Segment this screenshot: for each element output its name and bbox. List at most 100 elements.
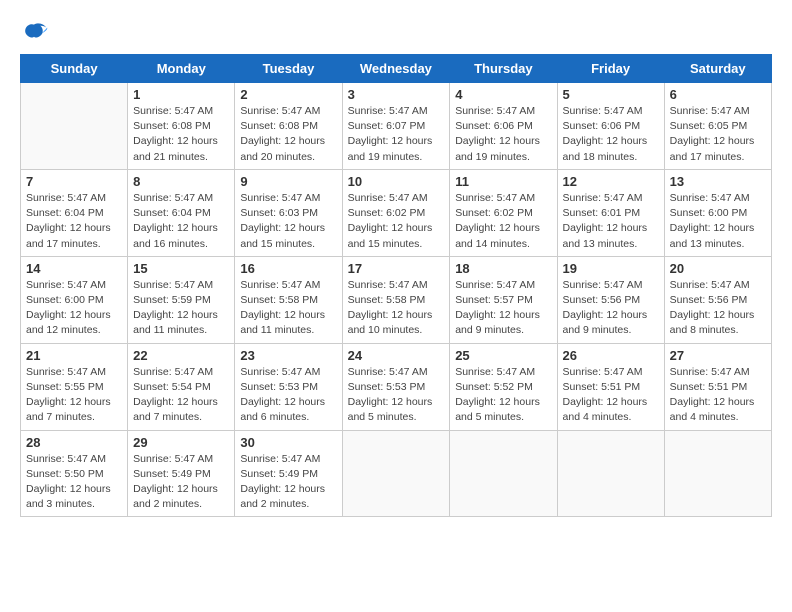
- calendar-cell: 21 Sunrise: 5:47 AMSunset: 5:55 PMDayligh…: [21, 343, 128, 430]
- header-row: SundayMondayTuesdayWednesdayThursdayFrid…: [21, 55, 772, 83]
- week-row-5: 28 Sunrise: 5:47 AMSunset: 5:50 PMDayligh…: [21, 430, 772, 517]
- cell-info-text: Sunrise: 5:47 AMSunset: 5:58 PMDaylight:…: [240, 278, 336, 339]
- calendar-cell: 27 Sunrise: 5:47 AMSunset: 5:51 PMDayligh…: [664, 343, 771, 430]
- calendar-cell: 23 Sunrise: 5:47 AMSunset: 5:53 PMDayligh…: [235, 343, 342, 430]
- cell-info-text: Sunrise: 5:47 AMSunset: 6:07 PMDaylight:…: [348, 104, 445, 165]
- day-number: 24: [348, 348, 445, 363]
- calendar-cell: 15 Sunrise: 5:47 AMSunset: 5:59 PMDayligh…: [128, 256, 235, 343]
- calendar-cell: 28 Sunrise: 5:47 AMSunset: 5:50 PMDayligh…: [21, 430, 128, 517]
- cell-info-text: Sunrise: 5:47 AMSunset: 6:08 PMDaylight:…: [240, 104, 336, 165]
- day-number: 9: [240, 174, 336, 189]
- day-number: 15: [133, 261, 229, 276]
- calendar-cell: 18 Sunrise: 5:47 AMSunset: 5:57 PMDayligh…: [450, 256, 557, 343]
- calendar-cell: 11 Sunrise: 5:47 AMSunset: 6:02 PMDayligh…: [450, 169, 557, 256]
- calendar-cell: 1 Sunrise: 5:47 AMSunset: 6:08 PMDaylight…: [128, 83, 235, 170]
- day-header-sunday: Sunday: [21, 55, 128, 83]
- calendar-cell: 9 Sunrise: 5:47 AMSunset: 6:03 PMDaylight…: [235, 169, 342, 256]
- logo: [20, 20, 52, 48]
- day-number: 1: [133, 87, 229, 102]
- day-number: 14: [26, 261, 122, 276]
- week-row-2: 7Sunrise: 5:47 AMSunset: 6:04 PMDaylight…: [21, 169, 772, 256]
- day-number: 19: [563, 261, 659, 276]
- cell-info-text: Sunrise: 5:47 AMSunset: 6:04 PMDaylight:…: [26, 191, 122, 252]
- calendar-cell: 29 Sunrise: 5:47 AMSunset: 5:49 PMDayligh…: [128, 430, 235, 517]
- day-header-friday: Friday: [557, 55, 664, 83]
- day-number: 16: [240, 261, 336, 276]
- day-number: 5: [563, 87, 659, 102]
- cell-info-text: Sunrise: 5:47 AMSunset: 5:54 PMDaylight:…: [133, 365, 229, 426]
- day-number: 11: [455, 174, 551, 189]
- day-number: 10: [348, 174, 445, 189]
- day-number: 27: [670, 348, 766, 363]
- cell-info-text: Sunrise: 5:47 AMSunset: 5:53 PMDaylight:…: [348, 365, 445, 426]
- day-number: 8: [133, 174, 229, 189]
- day-header-saturday: Saturday: [664, 55, 771, 83]
- calendar-cell: 8 Sunrise: 5:47 AMSunset: 6:04 PMDaylight…: [128, 169, 235, 256]
- day-number: 18: [455, 261, 551, 276]
- calendar-cell: 3 Sunrise: 5:47 AMSunset: 6:07 PMDaylight…: [342, 83, 450, 170]
- calendar-cell: 22 Sunrise: 5:47 AMSunset: 5:54 PMDayligh…: [128, 343, 235, 430]
- day-number: 2: [240, 87, 336, 102]
- calendar-cell: 16 Sunrise: 5:47 AMSunset: 5:58 PMDayligh…: [235, 256, 342, 343]
- day-number: 30: [240, 435, 336, 450]
- cell-info-text: Sunrise: 5:47 AMSunset: 5:53 PMDaylight:…: [240, 365, 336, 426]
- calendar-cell: 30 Sunrise: 5:47 AMSunset: 5:49 PMDayligh…: [235, 430, 342, 517]
- calendar-cell: [21, 83, 128, 170]
- day-number: 21: [26, 348, 122, 363]
- cell-info-text: Sunrise: 5:47 AMSunset: 5:56 PMDaylight:…: [670, 278, 766, 339]
- cell-info-text: Sunrise: 5:47 AMSunset: 5:58 PMDaylight:…: [348, 278, 445, 339]
- cell-info-text: Sunrise: 5:47 AMSunset: 6:04 PMDaylight:…: [133, 191, 229, 252]
- day-number: 13: [670, 174, 766, 189]
- calendar-cell: 24 Sunrise: 5:47 AMSunset: 5:53 PMDayligh…: [342, 343, 450, 430]
- cell-info-text: Sunrise: 5:47 AMSunset: 6:03 PMDaylight:…: [240, 191, 336, 252]
- day-number: 28: [26, 435, 122, 450]
- logo-bird-icon: [20, 20, 48, 48]
- day-number: 20: [670, 261, 766, 276]
- cell-info-text: Sunrise: 5:47 AMSunset: 5:52 PMDaylight:…: [455, 365, 551, 426]
- cell-info-text: Sunrise: 5:47 AMSunset: 6:08 PMDaylight:…: [133, 104, 229, 165]
- calendar-cell: [557, 430, 664, 517]
- day-number: 17: [348, 261, 445, 276]
- day-number: 26: [563, 348, 659, 363]
- cell-info-text: Sunrise: 5:47 AMSunset: 6:06 PMDaylight:…: [455, 104, 551, 165]
- calendar-cell: 26 Sunrise: 5:47 AMSunset: 5:51 PMDayligh…: [557, 343, 664, 430]
- day-header-wednesday: Wednesday: [342, 55, 450, 83]
- day-number: 25: [455, 348, 551, 363]
- day-number: 4: [455, 87, 551, 102]
- day-number: 23: [240, 348, 336, 363]
- calendar-table: SundayMondayTuesdayWednesdayThursdayFrid…: [20, 54, 772, 517]
- day-number: 3: [348, 87, 445, 102]
- week-row-4: 21 Sunrise: 5:47 AMSunset: 5:55 PMDayligh…: [21, 343, 772, 430]
- cell-info-text: Sunrise: 5:47 AMSunset: 5:51 PMDaylight:…: [563, 365, 659, 426]
- calendar-cell: 4 Sunrise: 5:47 AMSunset: 6:06 PMDaylight…: [450, 83, 557, 170]
- cell-info-text: Sunrise: 5:47 AMSunset: 5:49 PMDaylight:…: [240, 452, 336, 513]
- calendar-cell: 19Sunrise: 5:47 AMSunset: 5:56 PMDayligh…: [557, 256, 664, 343]
- calendar-cell: 2 Sunrise: 5:47 AMSunset: 6:08 PMDaylight…: [235, 83, 342, 170]
- cell-info-text: Sunrise: 5:47 AMSunset: 6:06 PMDaylight:…: [563, 104, 659, 165]
- calendar-cell: 25 Sunrise: 5:47 AMSunset: 5:52 PMDayligh…: [450, 343, 557, 430]
- cell-info-text: Sunrise: 5:47 AMSunset: 6:01 PMDaylight:…: [563, 191, 659, 252]
- cell-info-text: Sunrise: 5:47 AMSunset: 5:49 PMDaylight:…: [133, 452, 229, 513]
- cell-info-text: Sunrise: 5:47 AMSunset: 6:02 PMDaylight:…: [455, 191, 551, 252]
- calendar-cell: 13 Sunrise: 5:47 AMSunset: 6:00 PMDayligh…: [664, 169, 771, 256]
- day-header-thursday: Thursday: [450, 55, 557, 83]
- cell-info-text: Sunrise: 5:47 AMSunset: 6:02 PMDaylight:…: [348, 191, 445, 252]
- header: [20, 20, 772, 48]
- day-number: 12: [563, 174, 659, 189]
- calendar-cell: 6Sunrise: 5:47 AMSunset: 6:05 PMDaylight…: [664, 83, 771, 170]
- cell-info-text: Sunrise: 5:47 AMSunset: 5:57 PMDaylight:…: [455, 278, 551, 339]
- cell-info-text: Sunrise: 5:47 AMSunset: 5:51 PMDaylight:…: [670, 365, 766, 426]
- day-header-monday: Monday: [128, 55, 235, 83]
- calendar-cell: [664, 430, 771, 517]
- calendar-cell: 5 Sunrise: 5:47 AMSunset: 6:06 PMDaylight…: [557, 83, 664, 170]
- day-number: 29: [133, 435, 229, 450]
- day-number: 6: [670, 87, 766, 102]
- cell-info-text: Sunrise: 5:47 AMSunset: 6:00 PMDaylight:…: [670, 191, 766, 252]
- cell-info-text: Sunrise: 5:47 AMSunset: 5:55 PMDaylight:…: [26, 365, 122, 426]
- cell-info-text: Sunrise: 5:47 AMSunset: 5:59 PMDaylight:…: [133, 278, 229, 339]
- calendar-cell: 17 Sunrise: 5:47 AMSunset: 5:58 PMDayligh…: [342, 256, 450, 343]
- calendar-cell: [342, 430, 450, 517]
- calendar-cell: 14Sunrise: 5:47 AMSunset: 6:00 PMDayligh…: [21, 256, 128, 343]
- day-number: 22: [133, 348, 229, 363]
- cell-info-text: Sunrise: 5:47 AMSunset: 5:50 PMDaylight:…: [26, 452, 122, 513]
